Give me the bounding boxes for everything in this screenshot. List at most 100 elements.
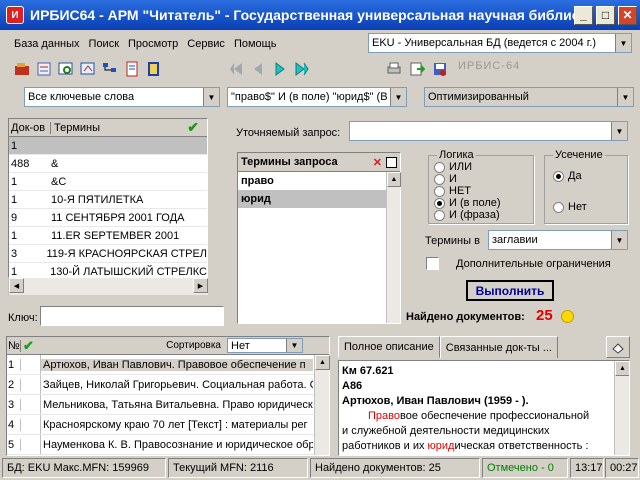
search-mode-select[interactable]: Все ключевые слова ▼ bbox=[24, 87, 220, 107]
extra-limits-label: Дополнительные ограничения bbox=[456, 258, 611, 270]
description-vscrollbar[interactable]: ▲ bbox=[614, 361, 629, 455]
sort-label: Сортировка bbox=[166, 340, 221, 351]
terms-in-select[interactable]: заглавии ▼ bbox=[488, 230, 628, 250]
output-toolbar bbox=[384, 59, 450, 79]
menu-view[interactable]: Просмотр bbox=[128, 38, 178, 50]
print-icon[interactable] bbox=[384, 59, 404, 79]
close-button[interactable]: ✕ bbox=[618, 5, 637, 25]
description-author-mark: А86 bbox=[342, 380, 363, 392]
terms-table: Док-ов Термины ✔ 1 488 & 1 &C 1 10-Я ПЯТИЛЕ… bbox=[8, 118, 208, 281]
truncation-no[interactable]: Нет bbox=[553, 201, 587, 213]
chevron-down-icon: ▼ bbox=[611, 122, 627, 140]
results-vscrollbar[interactable]: ▲ bbox=[314, 355, 330, 455]
scroll-left-icon[interactable]: ◀ bbox=[9, 278, 24, 293]
extra-limits-checkbox[interactable] bbox=[426, 257, 439, 270]
table-row[interactable]: 9 11 СЕНТЯБРЯ 2001 ГОДА bbox=[9, 209, 207, 227]
status-elapsed: 00:27 bbox=[605, 458, 639, 478]
new-icon[interactable] bbox=[386, 156, 397, 168]
toolbar bbox=[12, 59, 164, 79]
tree-icon[interactable] bbox=[100, 59, 120, 79]
menu-database[interactable]: База данных bbox=[14, 38, 80, 50]
logic-group: Логика ИЛИ И НЕТ И (в поле) И (фраза) bbox=[428, 149, 534, 224]
open-db-icon[interactable] bbox=[12, 59, 32, 79]
menu-bar: База данных Поиск Просмотр Сервис Помощь bbox=[0, 32, 364, 56]
scroll-right-icon[interactable]: ▶ bbox=[193, 278, 208, 293]
logic-option-and-field[interactable]: И (в поле) bbox=[434, 197, 501, 209]
save-icon[interactable] bbox=[430, 59, 450, 79]
status-time: 13:17 bbox=[570, 458, 604, 478]
menu-service[interactable]: Сервис bbox=[187, 38, 225, 50]
tab-related-docs[interactable]: Связанные док-ты ... bbox=[439, 336, 558, 358]
table-row[interactable]: 1 bbox=[9, 137, 207, 155]
delete-icon[interactable]: ✕ bbox=[373, 156, 382, 169]
watermark-text: ИРБИС-64 bbox=[458, 60, 521, 72]
chevron-down-icon: ▼ bbox=[390, 88, 406, 106]
book-icon[interactable] bbox=[144, 59, 164, 79]
list-icon[interactable] bbox=[122, 59, 142, 79]
scroll-up-icon[interactable]: ▲ bbox=[315, 355, 330, 370]
list-item[interactable]: юрид bbox=[238, 190, 400, 208]
scroll-up-icon[interactable]: ▲ bbox=[615, 361, 629, 376]
description-author: Артюхов, Иван Павлович (1959 - ). bbox=[342, 395, 529, 407]
previous-icon[interactable] bbox=[248, 59, 268, 79]
refine-label: Уточняемый запрос: bbox=[236, 127, 341, 139]
run-button[interactable]: Выполнить bbox=[466, 280, 554, 301]
dictionary-icon[interactable] bbox=[34, 59, 54, 79]
export-icon[interactable] bbox=[407, 59, 427, 79]
key-label: Ключ: bbox=[8, 312, 38, 324]
terms-vscrollbar[interactable]: ▲ bbox=[386, 172, 401, 323]
description-shelfmark: Км 67.621 bbox=[342, 365, 394, 377]
table-row[interactable]: 4 Красноярскому краю 70 лет [Текст] : мат… bbox=[7, 415, 329, 435]
app-icon: И bbox=[6, 6, 24, 24]
checkmark-icon: ✔ bbox=[23, 337, 34, 353]
truncation-group: Усечение Да Нет bbox=[544, 149, 628, 224]
key-input[interactable] bbox=[40, 306, 224, 326]
query-select[interactable]: "право$" И (в поле) "юрид$" (В ▼ bbox=[227, 87, 407, 107]
logic-title: Логика bbox=[437, 149, 476, 161]
method-select[interactable]: Оптимизированный ▼ bbox=[424, 87, 634, 107]
logic-option-and[interactable]: И bbox=[434, 173, 501, 185]
tab-strip: Полное описание Связанные док-ты ... bbox=[338, 336, 558, 358]
table-row[interactable]: 1 &C bbox=[9, 173, 207, 191]
truncation-yes[interactable]: Да bbox=[553, 170, 582, 182]
table-row[interactable]: 1 Артюхов, Иван Павлович. Правовое обеспе… bbox=[7, 355, 329, 375]
database-select[interactable]: EKU - Универсальная БД (ведется с 2004 г… bbox=[368, 33, 632, 53]
status-db: БД: EKU Макс.MFN: 159969 bbox=[2, 458, 166, 478]
search-icon[interactable] bbox=[56, 59, 76, 79]
maximize-button[interactable]: □ bbox=[596, 5, 615, 25]
scroll-up-icon[interactable]: ▲ bbox=[387, 172, 401, 187]
list-item[interactable]: право bbox=[238, 172, 400, 190]
last-icon[interactable] bbox=[292, 59, 312, 79]
sort-select[interactable]: Нет ▼ bbox=[227, 338, 303, 353]
table-row[interactable]: 2 Зайцев, Николай Григорьевич. Социальная… bbox=[7, 375, 329, 395]
logic-option-and-phrase[interactable]: И (фраза) bbox=[434, 209, 501, 221]
query-terms-title: Термины запроса bbox=[241, 156, 338, 168]
table-row[interactable]: 488 & bbox=[9, 155, 207, 173]
found-label: Найдено документов: bbox=[406, 311, 525, 323]
header-number[interactable]: № bbox=[7, 339, 21, 352]
first-icon[interactable] bbox=[226, 59, 246, 79]
header-terms[interactable]: Термины bbox=[51, 122, 187, 134]
layout-toggle-icon[interactable] bbox=[606, 336, 630, 358]
terms-hscrollbar[interactable]: ◀ ▶ bbox=[8, 278, 208, 295]
query-terms-header: Термины запроса ✕ bbox=[238, 153, 400, 172]
table-row[interactable]: 5 Науменкова К. В. Правосознание и юридич… bbox=[7, 435, 329, 455]
table-row[interactable]: 3 Мельникова, Татьяна Витальевна. Право ю… bbox=[7, 395, 329, 415]
tab-full-description[interactable]: Полное описание bbox=[338, 336, 440, 358]
menu-search[interactable]: Поиск bbox=[89, 38, 119, 50]
next-icon[interactable] bbox=[270, 59, 290, 79]
table-row[interactable]: 3 119-Я КРАСНОЯРСКАЯ СТРЕЛ bbox=[9, 245, 207, 263]
minimize-button[interactable]: _ bbox=[574, 5, 593, 25]
logic-option-or[interactable]: ИЛИ bbox=[434, 161, 501, 173]
logic-option-not[interactable]: НЕТ bbox=[434, 185, 501, 197]
refine-select[interactable]: ▼ bbox=[349, 121, 628, 141]
chevron-down-icon: ▼ bbox=[615, 34, 631, 52]
header-docs[interactable]: Док-ов bbox=[9, 121, 51, 134]
chevron-down-icon: ▼ bbox=[286, 339, 302, 352]
table-row[interactable]: 1 11.ER SEPTEMBER 2001 bbox=[9, 227, 207, 245]
description-panel: Км 67.621 А86 Артюхов, Иван Павлович (19… bbox=[338, 360, 630, 456]
chevron-down-icon: ▼ bbox=[617, 88, 633, 106]
menu-help[interactable]: Помощь bbox=[234, 38, 277, 50]
query-icon[interactable] bbox=[78, 59, 98, 79]
table-row[interactable]: 1 10-Я ПЯТИЛЕТКА bbox=[9, 191, 207, 209]
